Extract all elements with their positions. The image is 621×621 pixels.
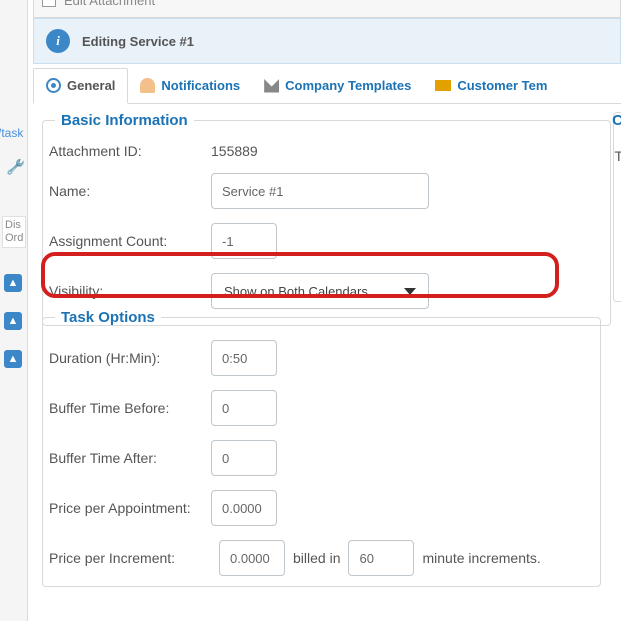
envelope-icon [264, 78, 279, 93]
buffer-before-label: Buffer Time Before: [49, 400, 211, 416]
breadcrumb-bar: Edit Attachment [33, 0, 621, 18]
name-label: Name: [49, 183, 211, 199]
buffer-after-input[interactable] [211, 440, 277, 476]
assignment-count-label: Assignment Count: [49, 233, 211, 249]
info-bar-text: Editing Service #1 [82, 34, 194, 49]
visibility-label: Visibility: [49, 283, 211, 299]
envelope-gold-icon [435, 80, 451, 91]
legend-task-options: Task Options [55, 309, 161, 326]
info-bar: i Editing Service #1 [33, 18, 621, 64]
chevron-down-icon [404, 288, 416, 295]
left-rail-icon-1[interactable]: ▲ [4, 274, 22, 292]
tab-general-label: General [67, 78, 115, 93]
tab-general[interactable]: General [33, 68, 128, 104]
increment-minutes-input[interactable] [348, 540, 414, 576]
minute-increments-text: minute increments. [422, 550, 540, 566]
form-area: Basic Information Attachment ID: 155889 … [42, 112, 611, 344]
gear-icon [46, 78, 61, 93]
left-rail-abbrev: Dis Ord [2, 216, 26, 248]
assignment-count-input[interactable] [211, 223, 277, 259]
attachment-id-value: 155889 [211, 143, 258, 159]
tab-notifications[interactable]: Notifications [128, 67, 252, 103]
legend-basic-info: Basic Information [55, 112, 194, 129]
main-panel: Edit Attachment i Editing Service #1 Gen… [28, 0, 621, 621]
person-icon [140, 78, 155, 93]
price-per-incr-label: Price per Increment: [49, 550, 211, 566]
left-rail-icon-3[interactable]: ▲ [4, 350, 22, 368]
right-legend-fragment: C [612, 112, 621, 129]
tabs: General Notifications Company Templates … [33, 66, 621, 104]
left-rail-icon-2[interactable]: ▲ [4, 312, 22, 330]
tab-customer-templates-label: Customer Tem [457, 78, 547, 93]
fieldset-basic-info: Basic Information Attachment ID: 155889 … [42, 112, 611, 326]
tab-company-templates[interactable]: Company Templates [252, 67, 423, 103]
billed-in-text: billed in [293, 550, 340, 566]
breadcrumb-label: Edit Attachment [64, 0, 155, 8]
buffer-before-input[interactable] [211, 390, 277, 426]
tab-customer-templates[interactable]: Customer Tem [423, 67, 559, 103]
right-label-fragment: T [614, 148, 621, 164]
name-input[interactable] [211, 173, 429, 209]
price-per-incr-input[interactable] [219, 540, 285, 576]
visibility-select[interactable]: Show on Both Calendars [211, 273, 429, 309]
visibility-select-value: Show on Both Calendars [224, 284, 368, 299]
wrench-icon: 🔧 [6, 158, 24, 177]
left-rail: /task 🔧 Dis Ord ▲ ▲ ▲ [0, 0, 28, 621]
tab-company-templates-label: Company Templates [285, 78, 411, 93]
url-fragment: /task [0, 126, 23, 140]
buffer-after-label: Buffer Time After: [49, 450, 211, 466]
fieldset-task-options: Task Options Duration (Hr:Min): Buffer T… [42, 309, 601, 587]
duration-label: Duration (Hr:Min): [49, 350, 211, 366]
right-fieldset-edge [613, 112, 621, 302]
price-per-appt-input[interactable] [211, 490, 277, 526]
attachment-id-label: Attachment ID: [49, 143, 211, 159]
price-per-appt-label: Price per Appointment: [49, 500, 211, 516]
info-icon: i [46, 29, 70, 53]
breadcrumb-checkbox[interactable] [42, 0, 56, 7]
duration-input[interactable] [211, 340, 277, 376]
tab-notifications-label: Notifications [161, 78, 240, 93]
